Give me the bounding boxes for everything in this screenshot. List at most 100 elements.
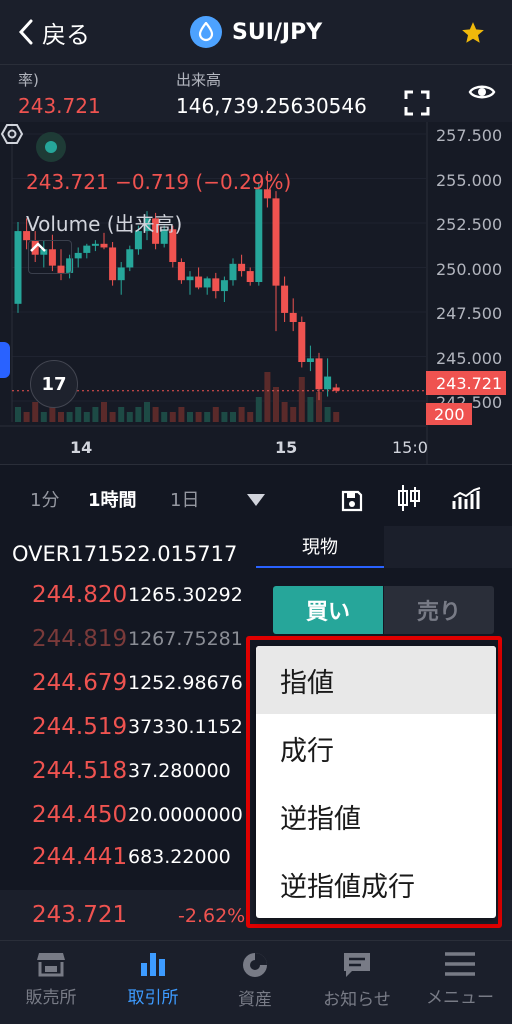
market-stats: 率) 243.721 出来高 146,739.25630546 bbox=[0, 64, 512, 122]
tab-spot[interactable]: 現物 bbox=[256, 526, 384, 568]
volume-bar bbox=[49, 407, 56, 422]
drawing-toolbar-handle[interactable] bbox=[0, 342, 10, 378]
fullscreen-icon[interactable] bbox=[404, 90, 430, 116]
over-amount-label: OVER171522.015717 bbox=[12, 542, 238, 566]
ask-qty: 1252.98676 bbox=[128, 672, 243, 694]
favorite-star-icon[interactable] bbox=[460, 20, 486, 46]
chart-settings-icon[interactable] bbox=[0, 122, 24, 146]
candle-body bbox=[109, 247, 117, 281]
ask-row[interactable]: 244.450 20.0000000 bbox=[0, 796, 250, 836]
candle-body bbox=[289, 312, 297, 322]
ask-row[interactable]: 244.820 1265.30292 bbox=[0, 576, 250, 616]
volume-bar bbox=[290, 407, 297, 422]
timeframe-1m[interactable]: 1分 bbox=[30, 486, 59, 512]
volume-tag: 200 bbox=[426, 403, 472, 425]
volume-bar bbox=[144, 402, 150, 422]
ask-qty: 37330.1152 bbox=[128, 716, 243, 738]
sui-logo-icon bbox=[190, 16, 222, 48]
ask-row[interactable]: 244.519 37330.1152 bbox=[0, 708, 250, 748]
candle-body bbox=[83, 245, 91, 253]
timeframe-1h[interactable]: 1時間 bbox=[88, 486, 137, 512]
x-tick-label: 14 bbox=[70, 438, 93, 457]
order-type-market[interactable]: 成行 bbox=[256, 714, 496, 782]
save-icon[interactable] bbox=[340, 489, 364, 513]
y-tick-label: 255.000 bbox=[436, 171, 503, 190]
y-tick-label: 250.000 bbox=[436, 260, 503, 279]
volume-bar bbox=[307, 397, 314, 422]
candle-body bbox=[298, 322, 306, 362]
candle-body bbox=[126, 249, 134, 268]
candle-body bbox=[246, 271, 254, 282]
volume-bar bbox=[83, 412, 90, 422]
pair-name: SUI/JPY bbox=[232, 19, 323, 45]
candle-body bbox=[281, 285, 289, 313]
current-price-tag: 243.721 bbox=[426, 371, 506, 395]
timeframe-1d[interactable]: 1日 bbox=[170, 486, 199, 512]
pair-title[interactable]: SUI/JPY bbox=[190, 14, 322, 50]
nav-label: 資産 bbox=[238, 990, 272, 1010]
indicators-icon[interactable] bbox=[452, 487, 482, 511]
volume-bar bbox=[247, 412, 254, 422]
nav-item-exchange[interactable]: 取引所 bbox=[102, 941, 204, 1024]
volume-bar bbox=[15, 407, 21, 422]
back-button[interactable]: 戻る bbox=[18, 14, 90, 50]
candle-body bbox=[100, 243, 108, 248]
price-chart[interactable]: 243.721 −0.719 (−0.29%) Volume (出来高) 17 … bbox=[0, 122, 512, 464]
nav-item-assets[interactable]: 資産 bbox=[204, 941, 306, 1024]
candle-body bbox=[177, 262, 185, 281]
volume-bar bbox=[32, 402, 39, 422]
candle-body bbox=[306, 358, 314, 362]
volume-bar bbox=[169, 412, 176, 422]
candle-body bbox=[91, 243, 99, 246]
ask-row[interactable]: 244.819 1267.75281 bbox=[0, 620, 250, 660]
ask-price: 244.441 bbox=[32, 844, 128, 870]
volume-bar bbox=[187, 412, 193, 422]
candle-body bbox=[229, 263, 237, 281]
ask-row[interactable]: 244.441 683.22000 bbox=[0, 838, 250, 878]
collapse-indicators-button[interactable] bbox=[28, 240, 72, 274]
candle-body bbox=[212, 278, 220, 292]
nav-label: お知らせ bbox=[323, 990, 391, 1010]
ask-row[interactable]: 244.518 37.280000 bbox=[0, 752, 250, 792]
volume-bar bbox=[101, 402, 107, 422]
candle-body bbox=[195, 276, 203, 288]
volume-bar bbox=[161, 412, 168, 422]
ask-row[interactable]: 244.679 1252.98676 bbox=[0, 664, 250, 704]
ask-qty: 1267.75281 bbox=[128, 628, 243, 650]
candle-body bbox=[220, 280, 228, 292]
volume-bar bbox=[255, 397, 262, 422]
order-type-stop[interactable]: 逆指値 bbox=[256, 782, 496, 850]
order-type-limit[interactable]: 指値 bbox=[256, 646, 496, 714]
volume-bar bbox=[221, 412, 228, 422]
sell-tab-button[interactable]: 売り bbox=[384, 586, 494, 634]
timeframe-dropdown-icon[interactable] bbox=[246, 493, 266, 507]
nav-label: 販売所 bbox=[25, 988, 77, 1008]
ask-qty: 37.280000 bbox=[128, 760, 231, 782]
volume-indicator-label: Volume (出来高) bbox=[26, 212, 183, 236]
nav-item-store[interactable]: 販売所 bbox=[0, 941, 102, 1024]
ask-qty: 683.22000 bbox=[128, 846, 231, 868]
candle-style-icon[interactable] bbox=[396, 483, 422, 513]
candle-body bbox=[74, 252, 82, 259]
nav-item-menu[interactable]: メニュー bbox=[408, 941, 512, 1024]
tradingview-logo[interactable]: 17 bbox=[30, 360, 78, 408]
volume-bar bbox=[66, 412, 73, 422]
volume-bar bbox=[58, 412, 64, 422]
y-tick-label: 247.500 bbox=[436, 304, 503, 323]
volume-bar bbox=[324, 407, 331, 422]
volume-bar bbox=[238, 407, 245, 422]
nav-item-notices[interactable]: お知らせ bbox=[306, 941, 408, 1024]
order-type-stop-market[interactable]: 逆指値成行 bbox=[256, 850, 496, 918]
volume-bar bbox=[204, 412, 211, 422]
ask-price: 244.679 bbox=[32, 670, 128, 696]
y-tick-label: 252.500 bbox=[436, 215, 503, 234]
candle-body bbox=[332, 387, 340, 391]
volume-stat-label: 出来高 bbox=[176, 71, 222, 89]
buy-tab-button[interactable]: 買い bbox=[273, 586, 383, 634]
volume-bar bbox=[195, 412, 202, 422]
rate-value: 243.721 bbox=[18, 94, 101, 118]
volume-bar bbox=[109, 412, 116, 422]
eye-icon[interactable] bbox=[468, 80, 496, 104]
ask-price: 244.519 bbox=[32, 714, 128, 740]
ask-price: 244.820 bbox=[32, 582, 128, 608]
